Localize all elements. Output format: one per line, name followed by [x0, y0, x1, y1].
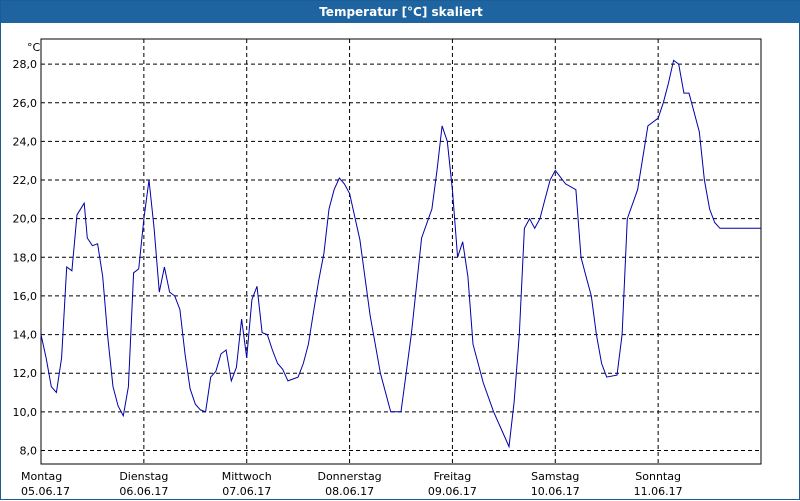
- x-tick-day: Dienstag: [119, 470, 168, 483]
- temperature-chart: 8,0 10,0 12,0 14,0 16,0 18,0 20,0 22,0 24,0 26,0 2…: [1, 1, 800, 501]
- x-tick-date: 09.06.17: [428, 485, 477, 498]
- x-tick-day: Sonntag: [635, 470, 681, 483]
- x-tick-day: Montag: [21, 470, 62, 483]
- x-tick-date: 05.06.17: [21, 485, 70, 498]
- y-tick-label: 12,0: [13, 367, 38, 380]
- y-tick-label: 26,0: [13, 97, 38, 110]
- series-line-temperature: [41, 60, 761, 446]
- y-axis-unit: °C: [27, 41, 41, 54]
- y-tick-label: 20,0: [13, 213, 38, 226]
- y-tick-label: 14,0: [13, 329, 38, 342]
- y-tick-label: 16,0: [13, 290, 38, 303]
- x-tick-date: 10.06.17: [531, 485, 580, 498]
- x-tick-date: 07.06.17: [222, 485, 271, 498]
- x-tick-day: Freitag: [434, 470, 472, 483]
- y-tick-label: 8,0: [20, 444, 38, 457]
- y-tick-label: 24,0: [13, 135, 38, 148]
- x-tick-date: 08.06.17: [325, 485, 374, 498]
- chart-window: Temperatur [°C] skaliert 8,010,012,014,0…: [0, 0, 800, 500]
- grid-lines: [41, 39, 761, 464]
- x-tick-day: Mittwoch: [222, 470, 272, 483]
- y-tick-label: 18,0: [13, 251, 38, 264]
- y-tick-label: 10,0: [13, 406, 38, 419]
- y-tick-label: 28,0: [13, 58, 38, 71]
- x-tick-day: Donnerstag: [317, 470, 381, 483]
- x-tick-date: 11.06.17: [634, 485, 683, 498]
- x-tick-day: Samstag: [531, 470, 579, 483]
- y-tick-label: 22,0: [13, 174, 38, 187]
- y-axis-ticks: 8,0 10,0 12,0 14,0 16,0 18,0 20,0 22,0 24,0 26,0 2…: [13, 58, 38, 457]
- series-points: [41, 60, 761, 446]
- x-axis-ticks: Montag 05.06.17 Dienstag 06.06.17 Mittwoch 07…: [21, 470, 683, 498]
- x-tick-date: 06.06.17: [119, 485, 168, 498]
